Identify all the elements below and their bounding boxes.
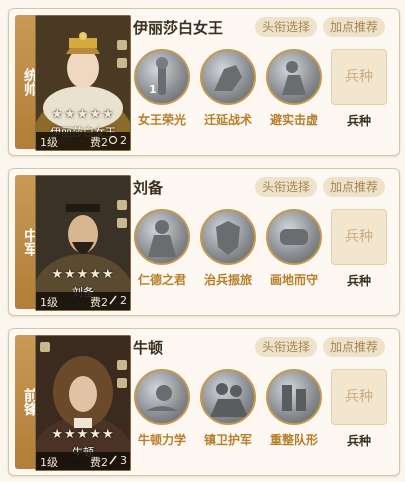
avatar-select-button[interactable]: 头衔选择 — [255, 337, 318, 357]
skill-name: 镇卫护军 — [203, 433, 252, 447]
hero-cost: 费2 — [90, 296, 108, 309]
skill-name: 女王荣光 — [137, 113, 186, 127]
points-recommend-button[interactable]: 加点推荐 — [323, 17, 386, 37]
skill-name: 画地而守 — [269, 273, 318, 287]
hero-name: 牛顿 — [133, 339, 164, 357]
hero-count: 2 — [120, 134, 127, 147]
hero-count: 3 — [120, 454, 127, 467]
skill-slot[interactable]: 1 女王荣光 — [127, 49, 197, 128]
portrait-status-bar: 1级 费2 2 — [36, 132, 130, 150]
star-rating: ★★★★★ — [51, 427, 115, 442]
skill-name: 治兵振旅 — [203, 273, 252, 287]
hero-panel-commander: 统帅 ★★★★★ 伊丽莎白女王 1级 费2 2 伊丽莎白女王 头衔选择 加点推荐… — [8, 8, 400, 156]
element-icon — [117, 200, 127, 210]
skill-name: 仁德之君 — [137, 273, 186, 287]
skill-slot[interactable]: 治兵振旅 — [193, 209, 263, 288]
feather-icon — [109, 455, 117, 465]
arms-slot[interactable]: 兵种 — [331, 209, 387, 265]
skill-name: 牛顿力学 — [137, 433, 186, 447]
hero-level: 1级 — [40, 136, 58, 149]
skill-slot[interactable]: 迁延战术 — [193, 49, 263, 128]
shield-icon — [117, 218, 127, 228]
shield-icon — [117, 58, 127, 68]
star-rating: ★★★★★ — [51, 267, 115, 282]
hero-panel-center: 中军 ★★★★★ 刘备 1级 费2 2 刘备 头衔选择 加点推荐 仁德之君 — [8, 168, 400, 316]
hero-portrait[interactable]: ★★★★★ 牛顿 1级 费2 3 — [35, 335, 131, 471]
skill-name: 避实击虚 — [269, 113, 318, 127]
crossed-swords-icon — [40, 342, 50, 352]
guard-icon — [200, 369, 256, 425]
hero-panel-vanguard: 前锋 ★★★★★ 牛顿 1级 费2 3 牛顿 头衔选择 加点推荐 牛顿力学 — [8, 328, 400, 476]
hero-count: 2 — [120, 294, 127, 307]
hero-cost: 费2 — [90, 456, 108, 469]
warrior-shield-icon — [200, 209, 256, 265]
arms-label: 兵种 — [346, 434, 371, 448]
shield-icon — [117, 378, 127, 388]
rotate-icon — [108, 135, 118, 145]
hero-name: 伊丽莎白女王 — [133, 19, 224, 37]
hero-name: 刘备 — [133, 179, 164, 197]
arms-label: 兵种 — [346, 274, 371, 288]
hero-portrait[interactable]: ★★★★★ 刘备 1级 费2 2 — [35, 175, 131, 311]
portrait-status-bar: 1级 费2 2 — [36, 292, 130, 310]
hero-level: 1级 — [40, 456, 58, 469]
soldier-icon — [266, 49, 322, 105]
formation-icon — [266, 369, 322, 425]
knight-horse-icon — [200, 49, 256, 105]
avatar-select-button[interactable]: 头衔选择 — [255, 177, 318, 197]
avatar-select-button[interactable]: 头衔选择 — [255, 17, 318, 37]
skill-slot[interactable]: 牛顿力学 — [127, 369, 197, 448]
skill-slot[interactable]: 镇卫护军 — [193, 369, 263, 448]
skill-slot[interactable]: 避实击虚 — [259, 49, 329, 128]
skill-slot[interactable]: 画地而守 — [259, 209, 329, 288]
skill-slot[interactable]: 重整队形 — [259, 369, 329, 448]
star-rating: ★★★★★ — [51, 107, 115, 122]
element-icon — [117, 360, 127, 370]
queen-statue-icon — [134, 49, 190, 105]
skill-name: 重整队形 — [269, 433, 318, 447]
fist-icon — [266, 209, 322, 265]
skill-slot[interactable]: 仁德之君 — [127, 209, 197, 288]
points-recommend-button[interactable]: 加点推荐 — [323, 337, 386, 357]
skill-name: 迁延战术 — [203, 113, 252, 127]
hero-portrait[interactable]: ★★★★★ 伊丽莎白女王 1级 费2 2 — [35, 15, 131, 151]
feather-icon — [109, 295, 117, 305]
apple-hand-icon — [134, 369, 190, 425]
hero-cost: 费2 — [90, 136, 108, 149]
arms-label: 兵种 — [346, 114, 371, 128]
hero-level: 1级 — [40, 296, 58, 309]
element-icon — [117, 40, 127, 50]
arms-slot[interactable]: 兵种 — [331, 49, 387, 105]
skill-level-badge: 1 — [149, 83, 157, 96]
portrait-status-bar: 1级 费2 3 — [36, 452, 130, 470]
emperor-statue-icon — [134, 209, 190, 265]
points-recommend-button[interactable]: 加点推荐 — [323, 177, 386, 197]
arms-slot[interactable]: 兵种 — [331, 369, 387, 425]
